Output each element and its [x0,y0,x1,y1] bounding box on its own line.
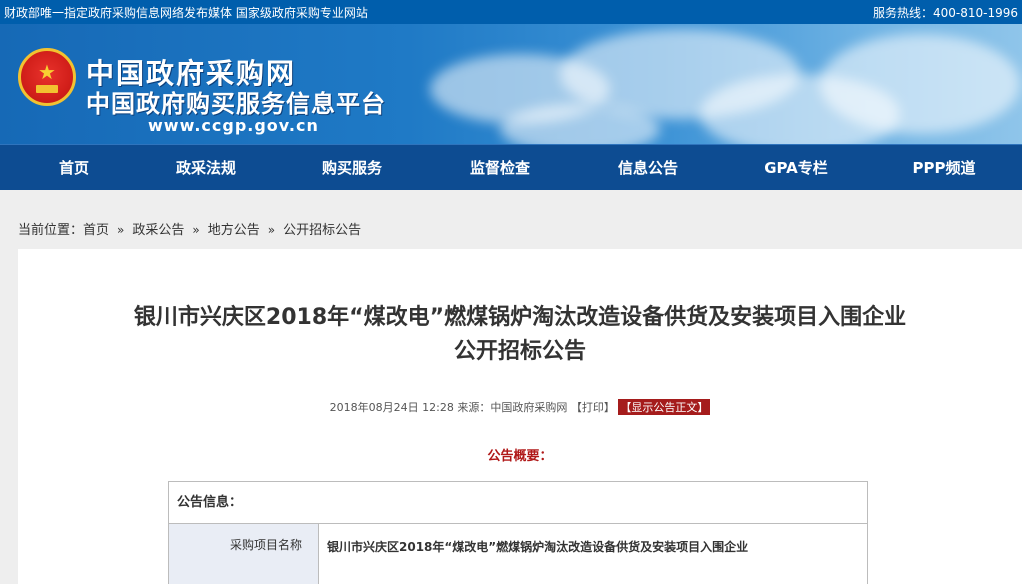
nav-purchase-services[interactable]: 购买服务 [278,145,426,191]
publish-date: 2018年08月24日 12:28 [329,401,454,414]
title-line-2: 公开招标公告 [453,339,586,364]
breadcrumb: 当前位置：首页 » 政采公告 » 地方公告 » 公开招标公告 [18,219,361,238]
nav-regulations[interactable]: 政采法规 [132,145,280,191]
table-row: 采购项目名称 银川市兴庆区2018年“煤改电”燃煤锅炉淘汰改造设备供货及安装项目… [169,524,867,584]
show-body-button[interactable]: 【显示公告正文】 [618,399,711,415]
summary-heading: 公告概要： [487,449,553,464]
breadcrumb-separator: » [192,223,200,237]
article-meta: 2018年08月24日 12:28 来源：中国政府采购网 【打印】 【显示公告正… [18,399,1022,415]
nav-home[interactable]: 首页 [0,145,148,191]
header-banner: ★ 中国政府采购网 中国政府购买服务信息平台 www.ccgp.gov.cn [0,24,1022,144]
breadcrumb-home[interactable]: 首页 [83,219,109,238]
announcement-info-table: 公告信息： 采购项目名称 银川市兴庆区2018年“煤改电”燃煤锅炉淘汰改造设备供… [168,481,868,584]
title-line-1: 银川市兴庆区2018年“煤改电”燃煤锅炉淘汰改造设备供货及安装项目入围企业 [133,305,907,330]
national-emblem-icon: ★ [18,48,76,106]
breadcrumb-separator: » [117,223,125,237]
nav-supervision[interactable]: 监督检查 [426,145,574,191]
breadcrumb-public-tender[interactable]: 公开招标公告 [283,219,361,238]
nav-gpa[interactable]: GPA专栏 [722,145,870,191]
row-label: 采购项目名称 [169,524,319,584]
top-bar: 财政部唯一指定政府采购信息网络发布媒体 国家级政府采购专业网站 服务热线：400… [0,0,1022,24]
page-title: 银川市兴庆区2018年“煤改电”燃煤锅炉淘汰改造设备供货及安装项目入围企业 公开… [18,301,1022,369]
site-tagline: 财政部唯一指定政府采购信息网络发布媒体 国家级政府采购专业网站 [4,6,368,20]
breadcrumb-separator: » [267,223,276,237]
print-link[interactable]: 【打印】 [571,401,615,414]
service-hotline: 服务热线：400-810-1996 [872,6,1018,20]
info-table-header: 公告信息： [169,482,867,524]
site-url: www.ccgp.gov.cn [148,116,319,135]
article-panel: 银川市兴庆区2018年“煤改电”燃煤锅炉淘汰改造设备供货及安装项目入围企业 公开… [18,249,1022,584]
nav-ppp[interactable]: PPP频道 [870,145,1018,191]
breadcrumb-prefix: 当前位置： [18,223,84,238]
source-label: 来源： [457,401,491,414]
nav-announcements[interactable]: 信息公告 [574,145,722,191]
site-subtitle: 中国政府购买服务信息平台 [86,90,386,118]
row-value: 银川市兴庆区2018年“煤改电”燃煤锅炉淘汰改造设备供货及安装项目入围企业 [327,540,749,554]
main-nav: 首页 政采法规 购买服务 监督检查 信息公告 GPA专栏 PPP频道 [0,144,1022,190]
cloud-decoration [820,34,1020,134]
source-name: 中国政府采购网 [490,401,568,414]
breadcrumb-gov-procurement[interactable]: 政采公告 [132,219,184,238]
breadcrumb-local-announcements[interactable]: 地方公告 [208,219,260,238]
